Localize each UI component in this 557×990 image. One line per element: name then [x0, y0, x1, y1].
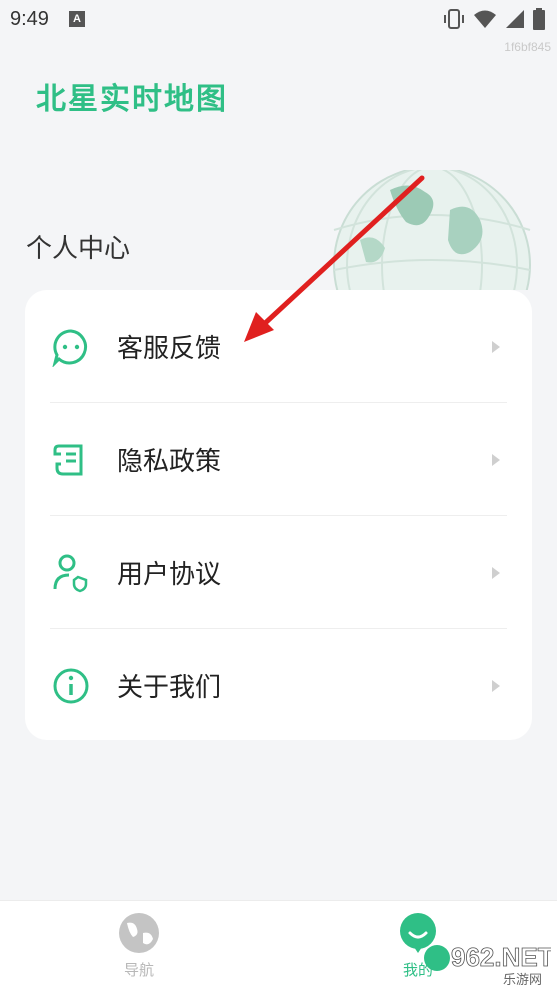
menu-label: 客服反馈	[117, 334, 222, 364]
site-watermark: 962.NET 乐游网	[424, 942, 551, 986]
vibrate-icon	[444, 9, 464, 29]
document-scroll-icon	[53, 444, 83, 475]
chevron-right-icon	[492, 340, 500, 353]
status-icons	[443, 8, 545, 30]
chevron-right-icon	[492, 566, 500, 579]
menu-item-feedback[interactable]: 客服反馈	[25, 290, 532, 403]
menu-label: 用户协议	[117, 560, 222, 590]
chevron-right-icon	[492, 679, 500, 692]
menu-item-user-agreement[interactable]: 用户协议	[25, 516, 532, 629]
menu-card: 客服反馈 隐私政策 用户协议 关于我们	[25, 290, 532, 740]
info-circle-icon	[53, 668, 89, 703]
battery-icon	[533, 8, 545, 30]
section-title: 个人中心	[26, 234, 131, 264]
chevron-right-icon	[492, 453, 500, 466]
signal-icon	[506, 10, 524, 28]
user-shield-icon	[53, 554, 88, 592]
globe-illustration	[333, 170, 531, 290]
tab-navigation[interactable]: 导航	[69, 901, 209, 990]
menu-label: 关于我们	[117, 673, 222, 703]
globe-icon	[119, 913, 159, 953]
menu-item-privacy[interactable]: 隐私政策	[25, 403, 532, 516]
status-time: 9:49	[10, 7, 49, 30]
nav-label: 导航	[123, 961, 154, 979]
wifi-icon	[474, 10, 496, 28]
svg-text:乐游网: 乐游网	[503, 973, 542, 986]
menu-item-about[interactable]: 关于我们	[25, 629, 532, 742]
svg-text:962.NET: 962.NET	[451, 942, 551, 972]
app-title: 北星实时地图	[36, 82, 228, 117]
build-id: 1f6bf845	[504, 40, 551, 54]
status-bar: 9:49 A	[0, 0, 557, 38]
chat-bubble-icon	[52, 328, 87, 367]
menu-label: 隐私政策	[117, 447, 222, 477]
notification-a-icon: A	[68, 11, 85, 27]
